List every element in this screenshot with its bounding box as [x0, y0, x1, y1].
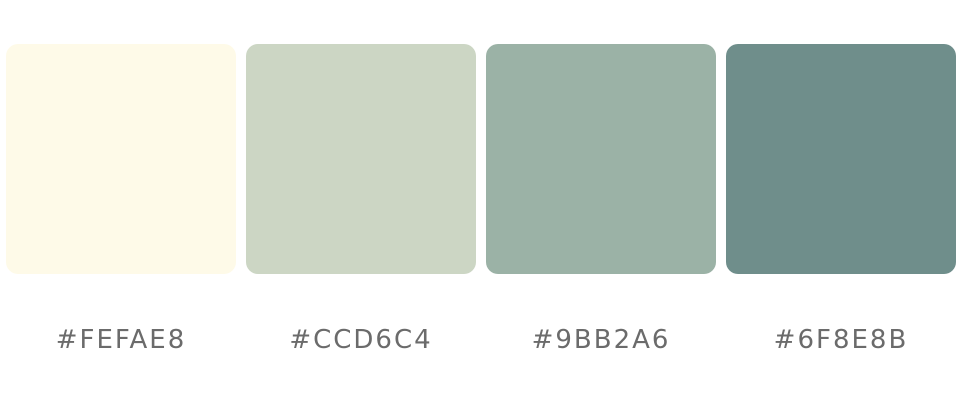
- color-swatch: [246, 44, 476, 274]
- hex-code-label: #CCD6C4: [289, 325, 433, 355]
- hex-code-label: #9BB2A6: [531, 325, 671, 355]
- swatch-item: #6F8E8B: [726, 44, 956, 353]
- swatch-item: #9BB2A6: [486, 44, 716, 353]
- hex-code-label: #6F8E8B: [773, 325, 909, 355]
- hex-code-label: #FEFAE8: [55, 325, 187, 355]
- swatch-item: #FEFAE8: [6, 44, 236, 353]
- color-swatch: [486, 44, 716, 274]
- color-swatch: [6, 44, 236, 274]
- color-swatch: [726, 44, 956, 274]
- color-palette: #FEFAE8 #CCD6C4 #9BB2A6 #6F8E8B: [6, 44, 956, 353]
- swatch-item: #CCD6C4: [246, 44, 476, 353]
